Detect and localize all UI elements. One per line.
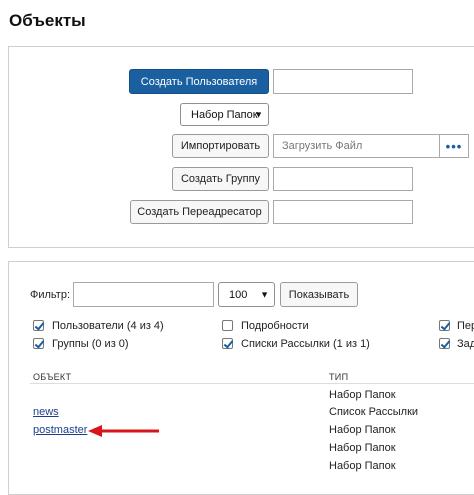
option-6-checkbox[interactable] xyxy=(439,338,450,349)
table-row-type: Набор Папок xyxy=(329,389,396,401)
option-3-label: Пер xyxy=(457,320,474,332)
page-size-value: 100 xyxy=(229,288,248,301)
object-link-news[interactable]: news xyxy=(33,406,59,418)
table-divider xyxy=(30,383,474,384)
table-row-type: Набор Папок xyxy=(329,424,396,436)
column-header-type[interactable]: ТИП xyxy=(329,372,348,382)
details-option-label: Подробности xyxy=(241,320,309,332)
folder-set-select-value: Набор Папок xyxy=(191,108,258,121)
create-user-button[interactable]: Создать Пользователя xyxy=(129,69,269,94)
show-button[interactable]: Показывать xyxy=(280,282,358,307)
chevron-down-icon: ▼ xyxy=(260,289,269,299)
create-forwarder-input[interactable] xyxy=(273,200,413,224)
page-title: Объекты xyxy=(9,11,86,30)
browse-more-icon[interactable]: ••• xyxy=(440,134,469,158)
table-row-type: Набор Папок xyxy=(329,460,396,472)
mailing-lists-option-label: Списки Рассылки (1 из 1) xyxy=(241,338,370,350)
folder-set-select[interactable]: Набор Папок ▼ xyxy=(180,103,269,126)
option-6-label: Зад xyxy=(457,338,474,350)
chevron-down-icon: ▼ xyxy=(254,109,263,119)
create-forwarder-button[interactable]: Создать Переадресатор xyxy=(130,200,269,224)
annotation-arrow-icon xyxy=(88,425,159,437)
table-row-type: Список Рассылки xyxy=(329,406,419,418)
import-button[interactable]: Импортировать xyxy=(172,134,269,158)
filter-input[interactable] xyxy=(73,282,214,307)
option-3-checkbox[interactable] xyxy=(439,320,450,331)
users-checkbox[interactable] xyxy=(33,320,44,331)
object-link-postmaster[interactable]: postmaster xyxy=(33,424,87,436)
groups-checkbox[interactable] xyxy=(33,338,44,349)
column-header-object[interactable]: ОБЪЕКТ xyxy=(33,372,71,382)
create-group-button[interactable]: Создать Группу xyxy=(172,167,269,191)
groups-option-label: Группы (0 из 0) xyxy=(52,338,129,350)
details-checkbox[interactable] xyxy=(222,320,233,331)
filter-label: Фильтр: xyxy=(30,289,71,301)
mailing-lists-checkbox[interactable] xyxy=(222,338,233,349)
table-row-type: Набор Папок xyxy=(329,442,396,454)
users-option-label: Пользователи (4 из 4) xyxy=(52,320,164,332)
upload-file-input[interactable]: Загрузить Файл xyxy=(273,134,440,158)
upload-file-placeholder: Загрузить Файл xyxy=(282,140,363,152)
create-user-input[interactable] xyxy=(273,69,413,94)
page-size-select[interactable]: 100 ▼ xyxy=(218,282,275,307)
create-group-input[interactable] xyxy=(273,167,413,191)
